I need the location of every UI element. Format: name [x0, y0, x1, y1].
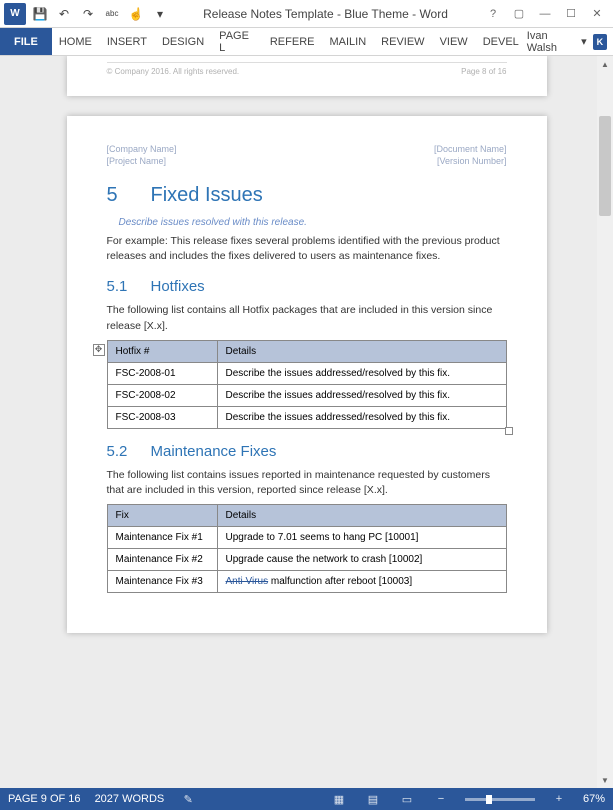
user-name: Ivan Walsh — [527, 30, 575, 54]
zoom-level[interactable]: 67% — [583, 793, 605, 805]
col-fix[interactable]: Fix — [107, 505, 217, 527]
col-details[interactable]: Details — [217, 505, 506, 527]
status-page[interactable]: PAGE 9 OF 16 — [8, 793, 81, 805]
hotfix-table[interactable]: Hotfix # Details FSC-2008-01 Describe th… — [107, 340, 507, 429]
tab-references[interactable]: REFERE — [263, 28, 323, 55]
col-details[interactable]: Details — [217, 340, 506, 362]
tab-insert[interactable]: INSERT — [100, 28, 155, 55]
table-row[interactable]: FSC-2008-03 Describe the issues addresse… — [107, 406, 506, 428]
maintenance-table[interactable]: Fix Details Maintenance Fix #1 Upgrade t… — [107, 504, 507, 593]
tab-mailings[interactable]: MAILIN — [322, 28, 374, 55]
document-canvas[interactable]: © Company 2016. All rights reserved. Pag… — [0, 56, 613, 788]
status-word-count[interactable]: 2027 WORDS — [95, 793, 165, 805]
title-bar: W 💾 ↶ ↷ abc ☝ ▾ Release Notes Template -… — [0, 0, 613, 28]
footer-copyright: © Company 2016. All rights reserved. — [107, 67, 240, 76]
scroll-down-icon[interactable]: ▼ — [597, 772, 613, 788]
vertical-scrollbar[interactable]: ▲ ▼ — [597, 56, 613, 788]
scroll-up-icon[interactable]: ▲ — [597, 56, 613, 72]
user-avatar-icon: K — [593, 34, 607, 50]
undo-button[interactable]: ↶ — [54, 4, 74, 24]
maintenance-intro[interactable]: The following list contains issues repor… — [107, 468, 507, 498]
qat-customize-icon[interactable]: ▾ — [150, 4, 170, 24]
maximize-button[interactable]: ☐ — [559, 4, 583, 24]
heading-hotfixes[interactable]: 5.1Hotfixes — [107, 278, 507, 295]
intro-paragraph[interactable]: For example: This release fixes several … — [107, 234, 507, 264]
tab-home[interactable]: HOME — [52, 28, 100, 55]
table-row[interactable]: FSC-2008-02 Describe the issues addresse… — [107, 384, 506, 406]
header-version-number: [Version Number] — [437, 156, 507, 166]
proofing-icon[interactable]: ✎ — [178, 791, 198, 807]
tab-review[interactable]: REVIEW — [374, 28, 432, 55]
instruction-text[interactable]: Describe issues resolved with this relea… — [119, 217, 507, 228]
word-app-icon: W — [4, 3, 26, 25]
heading-number: 5.2 — [107, 443, 151, 460]
table-row[interactable]: Maintenance Fix #3 Anti Virus malfunctio… — [107, 571, 506, 593]
tab-developer[interactable]: DEVEL — [476, 28, 527, 55]
header-project-name: [Project Name] — [107, 156, 167, 166]
heading-fixed-issues[interactable]: 5Fixed Issues — [107, 184, 507, 207]
user-dropdown-icon: ▾ — [581, 35, 587, 48]
tracked-change-link[interactable]: Anti Virus — [226, 576, 269, 587]
minimize-button[interactable]: — — [533, 4, 557, 24]
scrollbar-thumb[interactable] — [599, 116, 611, 216]
status-bar: PAGE 9 OF 16 2027 WORDS ✎ ▦ ▤ ▭ − + 67% — [0, 788, 613, 810]
web-layout-icon[interactable]: ▭ — [397, 791, 417, 807]
read-mode-icon[interactable]: ▦ — [329, 791, 349, 807]
help-button[interactable]: ? — [481, 4, 505, 24]
table-row[interactable]: FSC-2008-01 Describe the issues addresse… — [107, 362, 506, 384]
tab-design[interactable]: DESIGN — [155, 28, 212, 55]
header-document-name: [Document Name] — [434, 144, 507, 154]
tab-page-layout[interactable]: PAGE L — [212, 28, 263, 55]
ribbon-tabs: FILE HOME INSERT DESIGN PAGE L REFERE MA… — [0, 28, 613, 56]
heading-number: 5.1 — [107, 278, 151, 295]
table-header-row: Hotfix # Details — [107, 340, 506, 362]
table-header-row: Fix Details — [107, 505, 506, 527]
footer-page-number: Page 8 of 16 — [461, 67, 506, 76]
heading-maintenance-fixes[interactable]: 5.2Maintenance Fixes — [107, 443, 507, 460]
zoom-in-button[interactable]: + — [549, 791, 569, 807]
hotfix-intro[interactable]: The following list contains all Hotfix p… — [107, 303, 507, 333]
hotfix-table-wrapper: ✥ Hotfix # Details FSC-2008-01 Describe … — [107, 340, 507, 429]
zoom-out-button[interactable]: − — [431, 791, 451, 807]
table-row[interactable]: Maintenance Fix #2 Upgrade cause the net… — [107, 549, 506, 571]
quick-access-toolbar: 💾 ↶ ↷ abc ☝ ▾ — [30, 4, 170, 24]
close-button[interactable]: ✕ — [585, 4, 609, 24]
col-hotfix-number[interactable]: Hotfix # — [107, 340, 217, 362]
table-row[interactable]: Maintenance Fix #1 Upgrade to 7.01 seems… — [107, 527, 506, 549]
touch-mode-button[interactable]: ☝ — [126, 4, 146, 24]
tab-view[interactable]: VIEW — [433, 28, 476, 55]
heading-number: 5 — [107, 184, 151, 207]
zoom-slider-knob[interactable] — [486, 795, 492, 804]
user-account[interactable]: Ivan Walsh ▾ K — [527, 28, 613, 55]
previous-page-footer: © Company 2016. All rights reserved. Pag… — [67, 56, 547, 96]
redo-button[interactable]: ↷ — [78, 4, 98, 24]
header-company-name: [Company Name] — [107, 144, 177, 154]
zoom-slider[interactable] — [465, 798, 535, 801]
table-resize-handle-icon[interactable] — [505, 427, 513, 435]
window-title: Release Notes Template - Blue Theme - Wo… — [170, 7, 481, 21]
ribbon-display-button[interactable]: ▢ — [507, 4, 531, 24]
print-layout-icon[interactable]: ▤ — [363, 791, 383, 807]
spellcheck-button[interactable]: abc — [102, 4, 122, 24]
current-page[interactable]: [Company Name] [Document Name] [Project … — [67, 116, 547, 633]
save-button[interactable]: 💾 — [30, 4, 50, 24]
file-tab[interactable]: FILE — [0, 28, 52, 55]
table-move-handle-icon[interactable]: ✥ — [93, 344, 105, 356]
